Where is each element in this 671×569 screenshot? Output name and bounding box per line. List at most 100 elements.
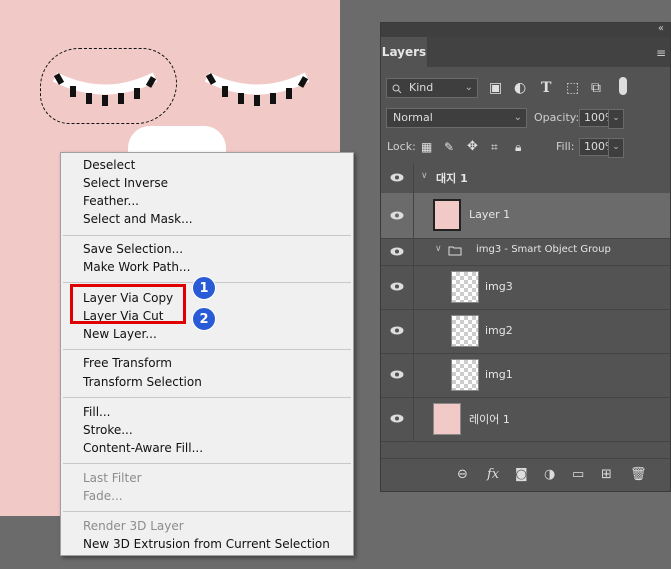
lock-image-brush-icon[interactable]: ✎ <box>444 137 454 157</box>
chevron-down-icon[interactable]: ⌄ <box>608 138 624 158</box>
blend-mode-value: Normal <box>393 111 433 124</box>
menu-item-select-and-mask[interactable]: Select and Mask... <box>83 210 193 228</box>
visibility-toggle[interactable] <box>381 238 414 265</box>
layer-name: img1 <box>485 368 513 381</box>
menu-item-transform-selection[interactable]: Transform Selection <box>83 373 202 391</box>
filter-kind-dropdown[interactable]: Kind ⌄ <box>386 78 478 98</box>
panel-titlebar[interactable]: « <box>381 23 670 37</box>
layer-name: 대지 1 <box>436 172 468 185</box>
menu-item-stroke[interactable]: Stroke... <box>83 421 133 439</box>
context-menu: Deselect Select Inverse Feather... Selec… <box>60 152 354 556</box>
layer-name: img3 - Smart Object Group <box>476 244 611 255</box>
chevron-down-icon: ⌄ <box>513 112 522 123</box>
layer-thumbnail <box>451 315 479 347</box>
filter-kind-value: Kind <box>409 81 434 94</box>
opacity-field[interactable]: 100% ⌄ <box>579 109 624 129</box>
link-icon[interactable]: ⊖ <box>457 467 468 482</box>
fx-icon[interactable]: fx <box>487 467 499 482</box>
mask-icon[interactable]: ◙ <box>515 467 528 482</box>
layer-row-group[interactable]: ∨ img3 - Smart Object Group <box>381 238 670 266</box>
step-badge-2: 2 <box>192 307 216 331</box>
layer-thumbnail <box>451 271 479 303</box>
highlight-box <box>70 284 186 324</box>
layer-row-selected[interactable]: Layer 1 <box>381 193 670 239</box>
layer-row-img2[interactable]: img2 <box>381 309 670 354</box>
chevron-down-icon: ⌄ <box>464 82 473 93</box>
panel-menu-icon[interactable]: ≡ <box>656 46 666 60</box>
visibility-toggle[interactable] <box>381 353 414 397</box>
layer-name: img2 <box>485 324 513 337</box>
menu-item-select-inverse[interactable]: Select Inverse <box>83 174 168 192</box>
eye-icon <box>390 370 404 379</box>
pixel-filter-icon[interactable]: ▣ <box>489 78 502 98</box>
menu-item-deselect[interactable]: Deselect <box>83 156 135 174</box>
folder-icon <box>448 246 462 256</box>
eye-icon <box>390 173 404 182</box>
trash-icon[interactable]: 🗑︎ <box>630 467 647 482</box>
visibility-toggle[interactable] <box>381 193 414 238</box>
collapse-icon[interactable]: « <box>658 23 664 34</box>
filter-toggle[interactable] <box>619 77 627 95</box>
expand-chevron-icon[interactable]: ∨ <box>421 171 428 181</box>
layer-name: Layer 1 <box>469 208 511 221</box>
panel-footer: ⊖ fx ◙ ◑ ▭ ⊞ 🗑︎ <box>381 458 670 491</box>
layer-thumbnail <box>433 403 461 435</box>
lock-label: Lock: <box>387 140 416 153</box>
menu-item-last-filter: Last Filter <box>83 471 142 485</box>
chevron-down-icon[interactable]: ⌄ <box>608 109 624 129</box>
step-badge-1: 1 <box>192 276 216 300</box>
layers-panel: « Layers ≡ Kind ⌄ ▣ ◐ T ⬚ ⧉ Normal ⌄ Opa… <box>380 22 671 492</box>
menu-separator <box>63 349 351 350</box>
menu-item-content-aware-fill[interactable]: Content-Aware Fill... <box>83 439 203 457</box>
visibility-toggle[interactable] <box>381 163 414 193</box>
menu-item-new-layer[interactable]: New Layer... <box>83 325 157 343</box>
left-eye-illustration <box>52 72 158 106</box>
layer-name: img3 <box>485 280 513 293</box>
menu-item-render-3d-layer: Render 3D Layer <box>83 519 184 533</box>
adjustment-icon[interactable]: ◑ <box>544 467 555 482</box>
tab-layers[interactable]: Layers <box>381 37 427 67</box>
visibility-toggle[interactable] <box>381 309 414 353</box>
visibility-toggle[interactable] <box>381 397 414 441</box>
layer-row-background[interactable]: 레이어 1 <box>381 397 670 442</box>
eye-icon <box>390 247 404 255</box>
eye-icon <box>390 282 404 291</box>
menu-separator <box>63 511 351 512</box>
new-layer-icon[interactable]: ⊞ <box>601 467 612 482</box>
layer-name: 레이어 1 <box>469 413 510 426</box>
visibility-toggle[interactable] <box>381 265 414 309</box>
lock-artboard-icon[interactable]: ⌗ <box>491 137 498 157</box>
menu-separator <box>63 397 351 398</box>
layer-thumbnail <box>451 359 479 391</box>
menu-item-make-work-path[interactable]: Make Work Path... <box>83 258 190 276</box>
smart-object-filter-icon[interactable]: ⧉ <box>591 78 601 98</box>
menu-item-free-transform[interactable]: Free Transform <box>83 354 172 372</box>
expand-chevron-icon[interactable]: ∨ <box>435 244 442 254</box>
menu-separator <box>63 463 351 464</box>
menu-item-feather[interactable]: Feather... <box>83 192 139 210</box>
opacity-label: Opacity: <box>534 111 580 124</box>
folder-icon[interactable]: ▭ <box>572 467 584 482</box>
lock-transparent-icon[interactable]: ▦ <box>421 137 432 157</box>
shape-filter-icon[interactable]: ⬚ <box>566 78 579 98</box>
layer-row-img3[interactable]: img3 <box>381 265 670 310</box>
lock-all-icon[interactable]: 🔒︎ <box>515 137 521 157</box>
right-eye-illustration <box>204 72 310 106</box>
search-icon <box>392 84 402 94</box>
menu-item-fade: Fade... <box>83 489 123 503</box>
layer-thumbnail <box>433 199 461 231</box>
layer-row-img1[interactable]: img1 <box>381 353 670 398</box>
menu-item-save-selection[interactable]: Save Selection... <box>83 240 183 258</box>
fill-field[interactable]: 100% ⌄ <box>579 138 624 158</box>
lock-position-icon[interactable]: ✥ <box>467 137 478 157</box>
eye-icon <box>390 414 404 423</box>
menu-item-fill[interactable]: Fill... <box>83 403 110 421</box>
menu-item-new-3d-extrusion[interactable]: New 3D Extrusion from Current Selection <box>83 535 330 553</box>
layer-row-artboard[interactable]: ∨ 대지 1 <box>381 163 670 194</box>
blend-mode-dropdown[interactable]: Normal ⌄ <box>386 108 527 128</box>
layer-list: ∨ 대지 1 Layer 1 ∨ img3 - Smart Object Gro… <box>381 163 670 461</box>
type-filter-icon[interactable]: T <box>541 78 551 98</box>
adjustment-filter-icon[interactable]: ◐ <box>514 78 526 98</box>
eye-icon <box>390 326 404 335</box>
menu-separator <box>63 235 351 236</box>
